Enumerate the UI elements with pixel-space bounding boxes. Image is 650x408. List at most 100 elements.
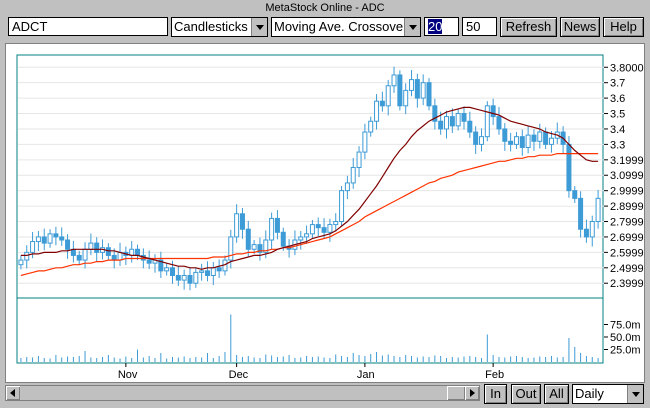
date-axis: Nov Dec Jan Feb: [118, 363, 504, 381]
candle-body: [315, 224, 321, 229]
period1-input[interactable]: 20: [424, 17, 459, 36]
chart-type-value: Candlesticks: [174, 19, 248, 34]
candle-body: [508, 140, 514, 145]
symbol-input[interactable]: ADCT: [8, 17, 168, 36]
price-axis: 3.8000 3.7 3.6 3.5 3.4 3.3 3.1999 3.0999 2.9999 2…: [604, 62, 644, 290]
candle-body: [193, 271, 199, 284]
help-button[interactable]: Help: [603, 17, 644, 37]
candle-body: [583, 228, 589, 238]
candle-body: [513, 136, 519, 145]
price-tick-label: 3.4: [610, 124, 625, 136]
candle-body: [76, 254, 82, 261]
candle-body: [169, 267, 175, 276]
candle-body: [53, 233, 59, 238]
candle-body: [298, 236, 304, 241]
period-select[interactable]: Daily: [572, 384, 644, 404]
candle-body: [478, 136, 484, 145]
candle-body: [362, 131, 368, 153]
volume-tick-label: 75.0m: [610, 320, 641, 332]
chart-type-select[interactable]: Candlesticks: [171, 17, 268, 37]
chevron-down-icon[interactable]: [627, 385, 643, 403]
candle-body: [187, 274, 193, 284]
candle-body: [496, 116, 502, 130]
zoom-in-button[interactable]: In: [484, 384, 507, 404]
candle-body: [385, 85, 391, 107]
candle-body: [333, 221, 339, 226]
candle-body: [397, 74, 403, 107]
candle-body: [339, 190, 345, 223]
volume-pane: [16, 297, 604, 364]
candle-body: [65, 239, 71, 250]
price-tick-label: 3.1999: [610, 155, 644, 167]
price-tick-label: 2.3999: [610, 278, 644, 290]
candle-body: [572, 190, 578, 199]
candle-body: [216, 267, 222, 272]
candle-body: [350, 167, 356, 184]
candle-body: [449, 116, 455, 127]
candle-body: [525, 134, 531, 148]
volume-tick-label: 25.0m: [610, 345, 641, 357]
window-title: MetaStock Online - ADC: [265, 2, 385, 14]
candle-body: [368, 120, 374, 133]
indicator-value: Moving Ave. Crossover: [274, 19, 408, 34]
date-tick-label: Nov: [118, 369, 138, 381]
chevron-down-icon[interactable]: [251, 18, 267, 36]
candle-body: [181, 274, 187, 281]
candle-body: [210, 267, 216, 276]
chart-panel[interactable]: 3.8000 3.7 3.6 3.5 3.4 3.3 3.1999 3.0999 2.9999 2…: [5, 43, 645, 383]
refresh-button[interactable]: Refresh: [500, 17, 557, 37]
price-tick-label: 2.9999: [610, 186, 644, 198]
candle-body: [88, 242, 94, 250]
candle-body: [543, 131, 549, 145]
horizontal-scrollbar[interactable]: [5, 385, 480, 401]
price-tick-label: 3.5: [610, 109, 625, 121]
candle-body: [444, 116, 450, 130]
candle-body: [327, 224, 333, 233]
volume-axis: 75.0m50.0m25.0m: [604, 320, 641, 357]
candle-body: [234, 213, 240, 238]
zoom-all-button[interactable]: All: [544, 384, 569, 404]
candle-body: [420, 82, 426, 99]
candle-body: [94, 242, 100, 253]
candle-body: [379, 100, 385, 107]
price-tick-label: 2.6999: [610, 232, 644, 244]
candle-body: [204, 270, 210, 276]
chevron-down-icon[interactable]: [404, 18, 420, 36]
candle-body: [414, 79, 420, 99]
candle-body: [356, 151, 362, 169]
candle-body: [309, 224, 315, 235]
candle-body: [269, 217, 275, 241]
arrow-left-icon[interactable]: [6, 386, 20, 400]
candle-body: [502, 128, 508, 142]
candle-body: [199, 270, 205, 273]
candle-body: [135, 248, 141, 256]
candle-body: [59, 236, 65, 241]
scroll-thumb[interactable]: [447, 386, 465, 400]
candle-body: [473, 131, 479, 145]
price-tick-label: 3.0999: [610, 170, 644, 182]
candle-body: [146, 259, 152, 264]
zoom-out-button[interactable]: Out: [511, 384, 541, 404]
price-tick-label: 2.7999: [610, 217, 644, 229]
candle-body: [391, 74, 397, 87]
candle-body: [467, 120, 473, 133]
news-button[interactable]: News: [560, 17, 600, 37]
app-window: MetaStock Online - ADC ADCT Candlesticks…: [0, 0, 650, 408]
candle-body: [409, 79, 415, 91]
price-tick-label: 3.8000: [610, 62, 644, 74]
candle-body: [41, 236, 47, 244]
candle-body: [374, 100, 380, 122]
period2-input[interactable]: 50: [462, 17, 497, 36]
candle-body: [274, 217, 280, 233]
candle-body: [82, 248, 88, 261]
candle-body: [438, 120, 444, 130]
arrow-right-icon[interactable]: [465, 386, 479, 400]
price-chart[interactable]: 3.8000 3.7 3.6 3.5 3.4 3.3 3.1999 3.0999 2.9999 2…: [6, 44, 644, 382]
candle-body: [426, 82, 432, 107]
price-tick-label: 2.8999: [610, 201, 644, 213]
indicator-select[interactable]: Moving Ave. Crossover: [271, 17, 421, 37]
price-tick-label: 3.6: [610, 93, 625, 105]
candle-body: [531, 134, 537, 142]
candle-body: [321, 227, 327, 233]
volume-tick-label: 50.0m: [610, 332, 641, 344]
